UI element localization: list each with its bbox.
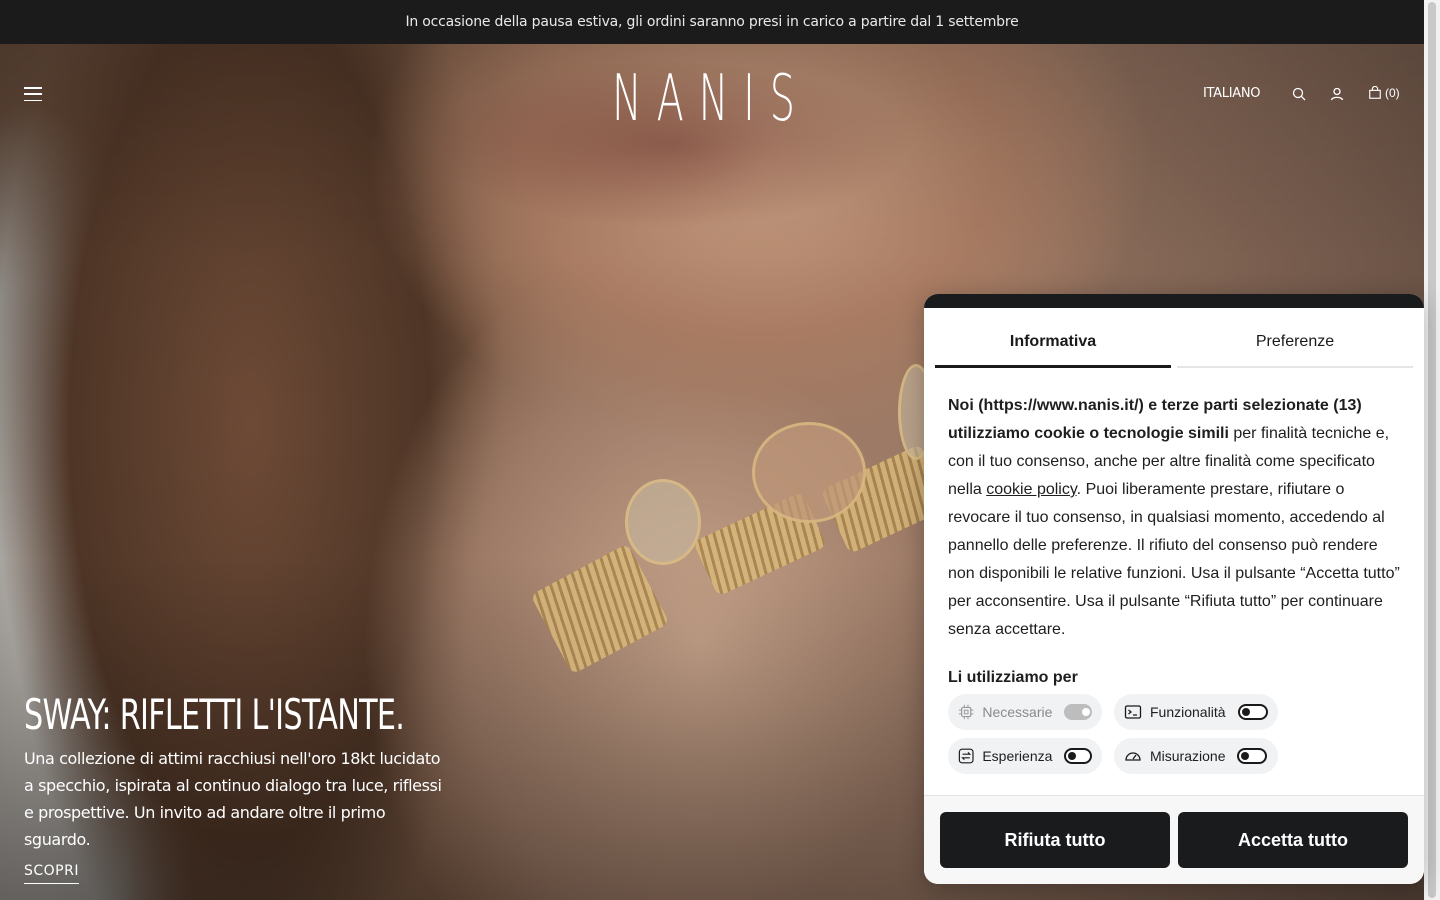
cookie-tabs: Informativa Preferenze	[932, 318, 1416, 368]
arrows-swap-icon	[958, 748, 974, 764]
cookie-policy-link[interactable]: cookie policy	[986, 481, 1076, 498]
announcement-text: In occasione della pausa estiva, gli ord…	[405, 14, 1019, 30]
purpose-misurazione[interactable]: Misurazione	[1114, 738, 1278, 774]
cart-button[interactable]: (0)	[1368, 86, 1400, 100]
purpose-necessarie: Necessarie	[948, 694, 1102, 730]
page-scrollbar[interactable]	[1424, 0, 1440, 900]
ring-stone	[625, 479, 701, 565]
shopping-bag-icon	[1369, 86, 1381, 99]
hamburger-menu-icon[interactable]	[24, 87, 42, 101]
scrollbar-thumb[interactable]	[1428, 2, 1436, 898]
language-selector[interactable]: ITALIANO	[1203, 86, 1260, 101]
cookie-panel-topbar	[924, 294, 1424, 308]
ring-band	[530, 543, 670, 675]
cart-count: (0)	[1385, 86, 1400, 100]
hero-description: Una collezione di attimi racchiusi nell'…	[24, 749, 442, 849]
cookie-notice-part2: . Puoi liberamente prestare, rifiutare o…	[948, 481, 1400, 638]
purpose-funzionalita[interactable]: Funzionalità	[1114, 694, 1278, 730]
purpose-label: Necessarie	[982, 704, 1053, 720]
cookie-notice-text: Noi (https://www.nanis.it/) e terze part…	[948, 392, 1404, 692]
purpose-esperienza[interactable]: Esperienza	[948, 738, 1102, 774]
nanis-logo[interactable]: NANIS	[612, 62, 810, 136]
purpose-label: Funzionalità	[1150, 704, 1226, 720]
necessarie-toggle	[1064, 704, 1092, 720]
purposes-title: Li utilizziamo per	[948, 669, 1078, 686]
accept-all-button[interactable]: Accetta tutto	[1178, 812, 1408, 868]
announcement-bar: In occasione della pausa estiva, gli ord…	[0, 0, 1424, 44]
terminal-icon	[1124, 705, 1142, 719]
funzionalita-toggle[interactable]	[1237, 704, 1268, 720]
cookie-consent-panel: Informativa Preferenze Noi (https://www.…	[924, 294, 1424, 884]
ring-stone	[752, 422, 866, 523]
user-icon[interactable]	[1329, 86, 1345, 102]
hero-content: SWAY: RIFLETTI L'ISTANTE. Una collezione…	[24, 690, 444, 884]
purpose-label: Misurazione	[1150, 748, 1226, 764]
esperienza-toggle[interactable]	[1064, 748, 1092, 764]
search-icon[interactable]	[1291, 86, 1307, 102]
purpose-label: Esperienza	[982, 748, 1053, 764]
misurazione-toggle[interactable]	[1237, 748, 1268, 764]
discover-link[interactable]: SCOPRI	[24, 863, 79, 884]
tab-preferenze[interactable]: Preferenze	[1177, 318, 1413, 368]
hero-title: SWAY: RIFLETTI L'ISTANTE.	[24, 690, 405, 739]
tab-informativa[interactable]: Informativa	[935, 318, 1171, 368]
gauge-icon	[1125, 752, 1141, 761]
reject-all-button[interactable]: Rifiuta tutto	[940, 812, 1170, 868]
site-header: NANIS ITALIANO (0)	[0, 44, 1424, 144]
cookie-actions: Rifiuta tutto Accetta tutto	[924, 795, 1424, 884]
chip-icon	[958, 704, 974, 720]
